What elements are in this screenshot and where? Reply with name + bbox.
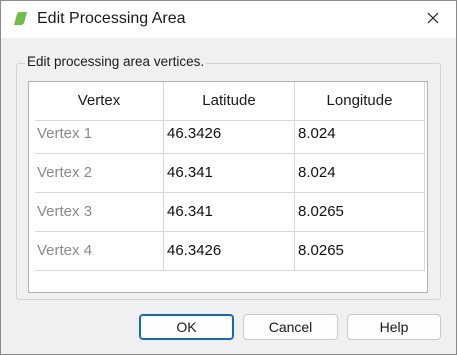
title-bar: Edit Processing Area: [1, 1, 456, 38]
help-button[interactable]: Help: [347, 314, 441, 340]
vertices-table[interactable]: Vertex Latitude Longitude Vertex 1 46.34…: [28, 81, 428, 293]
green-leaf-icon: [13, 11, 28, 26]
longitude-cell[interactable]: 8.0265: [295, 193, 425, 232]
cancel-button[interactable]: Cancel: [243, 314, 338, 340]
ok-button[interactable]: OK: [139, 314, 234, 340]
vertex-label[interactable]: Vertex 1: [35, 115, 164, 154]
table-row: Vertex 3 46.341 8.0265: [35, 193, 425, 232]
vertex-label[interactable]: Vertex 3: [35, 193, 164, 232]
window-title: Edit Processing Area: [37, 10, 186, 27]
vertex-label[interactable]: Vertex 2: [35, 154, 164, 193]
latitude-cell[interactable]: 46.3426: [164, 232, 295, 271]
longitude-cell[interactable]: 8.024: [295, 154, 425, 193]
longitude-cell[interactable]: 8.024: [295, 115, 425, 154]
close-button[interactable]: [410, 1, 456, 38]
close-icon: [427, 11, 439, 29]
longitude-cell[interactable]: 8.0265: [295, 232, 425, 271]
latitude-cell[interactable]: 46.341: [164, 154, 295, 193]
latitude-cell[interactable]: 46.341: [164, 193, 295, 232]
edit-processing-area-dialog: Edit Processing Area Edit processing are…: [0, 0, 457, 355]
table-row: Vertex 1 46.3426 8.024: [35, 115, 425, 154]
table-row: Vertex 4 46.3426 8.0265: [35, 232, 425, 271]
latitude-cell[interactable]: 46.3426: [164, 115, 295, 154]
groupbox-label: Edit processing area vertices.: [25, 54, 207, 69]
vertex-label[interactable]: Vertex 4: [35, 232, 164, 271]
table-row: Vertex 2 46.341 8.024: [35, 154, 425, 193]
